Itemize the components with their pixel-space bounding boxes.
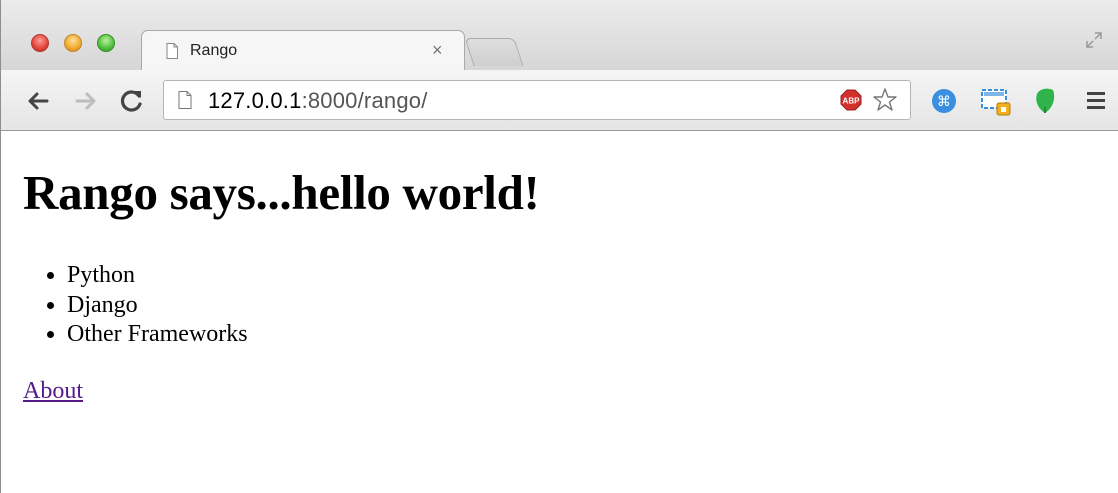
bookmark-star-icon[interactable]	[872, 87, 898, 113]
toolbar: 127.0.0.1:8000/rango/ ABP ⌘	[1, 70, 1118, 131]
window-close-button[interactable]	[31, 34, 49, 52]
tab-title: Rango	[190, 42, 238, 59]
list-item: Python	[67, 261, 248, 291]
svg-text:⌘: ⌘	[937, 94, 951, 110]
about-link[interactable]: About	[23, 378, 83, 405]
list-item: Django	[67, 291, 248, 321]
url-path: :8000/rango/	[301, 88, 428, 113]
tab-close-icon[interactable]: ×	[432, 40, 443, 60]
svg-text:ABP: ABP	[843, 97, 861, 106]
page-icon	[178, 91, 192, 109]
back-arrow-icon[interactable]	[25, 88, 51, 114]
command-key-icon[interactable]: ⌘	[931, 88, 957, 114]
window-zoom-button[interactable]	[97, 34, 115, 52]
url-host: 127.0.0.1	[208, 88, 302, 113]
list-item: Other Frameworks	[67, 320, 248, 350]
new-tab-button[interactable]	[464, 38, 524, 66]
framework-list: Python Django Other Frameworks	[23, 261, 248, 350]
title-bar: Rango ×	[1, 0, 1118, 71]
address-bar[interactable]: 127.0.0.1:8000/rango/ ABP	[163, 80, 911, 120]
reload-icon[interactable]	[119, 88, 145, 114]
adblock-plus-icon[interactable]: ABP	[840, 89, 862, 111]
window-minimize-button[interactable]	[64, 34, 82, 52]
page-content: Rango says...hello world! Python Django …	[1, 131, 1118, 493]
fullscreen-icon[interactable]	[1084, 30, 1104, 50]
page-icon	[166, 43, 178, 59]
page-heading: Rango says...hello world!	[23, 165, 540, 220]
browser-tab[interactable]: Rango ×	[141, 30, 465, 71]
evernote-leaf-icon[interactable]	[1033, 86, 1057, 116]
forward-arrow-icon[interactable]	[73, 88, 99, 114]
url-text[interactable]: 127.0.0.1:8000/rango/	[208, 88, 428, 114]
screen-capture-icon[interactable]	[979, 86, 1013, 118]
hamburger-menu-icon[interactable]	[1087, 89, 1105, 111]
browser-window: Rango × 127.0.0.1:8000/rango/ ABP ⌘ Rang…	[0, 0, 1118, 493]
